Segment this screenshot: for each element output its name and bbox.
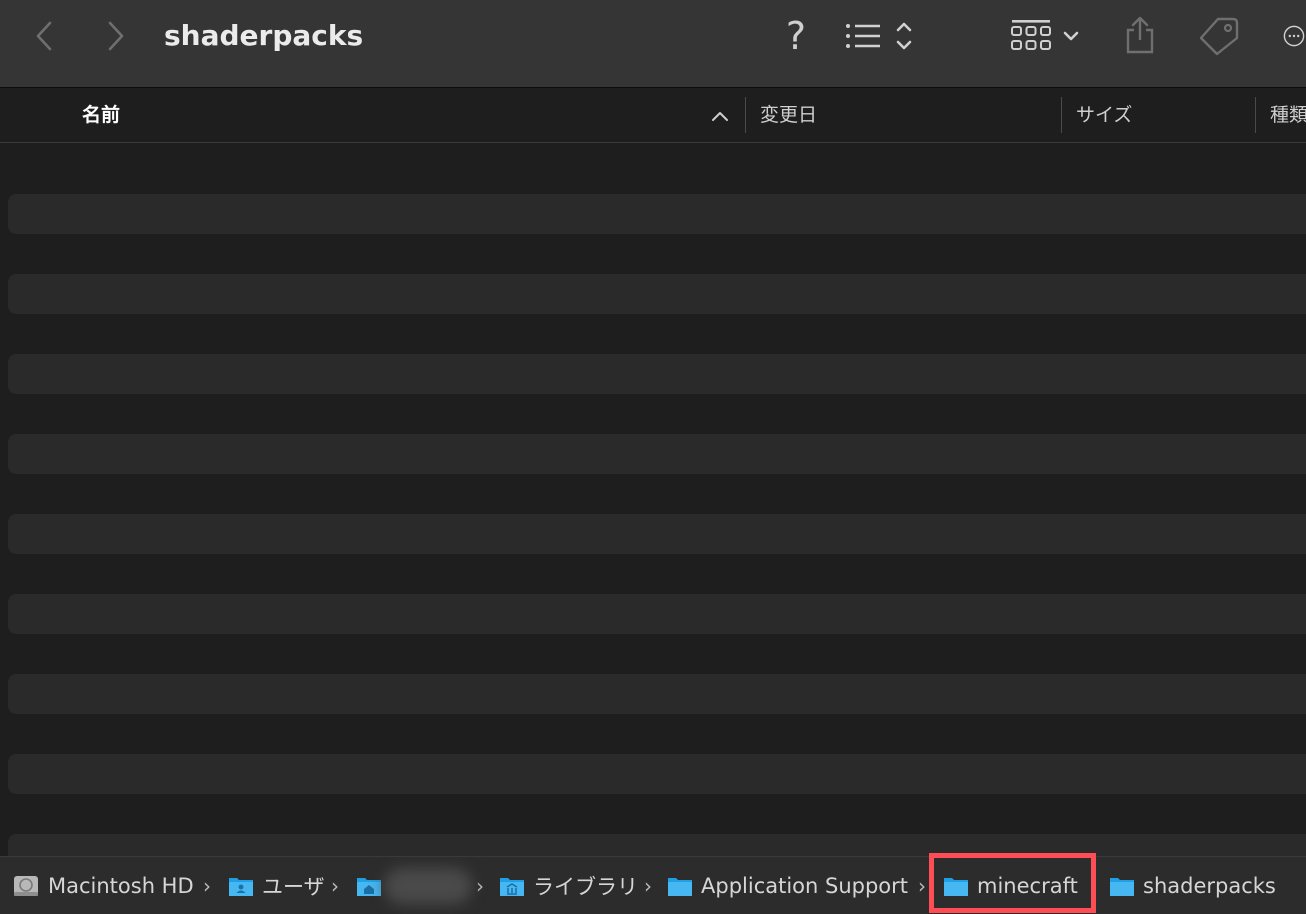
library-folder-icon — [500, 878, 524, 896]
path-separator: › — [331, 874, 339, 898]
users-folder-icon — [229, 878, 253, 896]
help-button[interactable]: ? — [778, 14, 814, 58]
path-separator: › — [476, 874, 484, 898]
list-row-stripe — [8, 834, 1306, 856]
file-list[interactable] — [0, 144, 1306, 856]
list-view-icon — [846, 22, 912, 50]
column-kind[interactable]: 種類 — [1270, 89, 1306, 143]
tag-button[interactable] — [1196, 14, 1242, 58]
group-button[interactable] — [1008, 16, 1084, 56]
column-name[interactable]: 名前 — [82, 89, 120, 143]
path-item-label: Macintosh HD — [48, 874, 194, 898]
path-item-users[interactable]: ユーザ — [228, 857, 325, 914]
column-size[interactable]: サイズ — [1076, 89, 1132, 143]
share-icon — [1126, 16, 1154, 54]
home-folder-icon — [357, 878, 381, 896]
column-divider[interactable] — [1255, 97, 1256, 133]
view-options-button[interactable] — [842, 18, 918, 54]
forward-button[interactable] — [100, 18, 132, 54]
sort-ascending-icon[interactable] — [708, 103, 732, 129]
hard-drive-icon — [14, 876, 38, 896]
path-item-macintosh-hd[interactable]: Macintosh HD — [12, 857, 194, 914]
path-separator: › — [918, 874, 926, 898]
path-bar: Macintosh HD › ユーザ › › ライブラリ › Applicati… — [0, 856, 1306, 914]
list-row-stripe — [8, 674, 1306, 714]
path-item-label: Application Support — [701, 874, 909, 898]
toolbar: shaderpacks ? — [0, 0, 1306, 88]
list-row-stripe — [8, 754, 1306, 794]
grid-group-icon — [1011, 20, 1079, 50]
column-date[interactable]: 変更日 — [760, 89, 817, 143]
back-button[interactable] — [28, 18, 60, 54]
folder-icon — [1110, 878, 1134, 896]
path-separator: › — [644, 874, 652, 898]
column-divider[interactable] — [745, 97, 746, 133]
list-row-stripe — [8, 434, 1306, 474]
column-header: 名前 変更日 サイズ 種類 — [0, 89, 1306, 143]
tag-icon — [1199, 17, 1239, 56]
share-button[interactable] — [1122, 14, 1158, 56]
column-divider[interactable] — [1061, 97, 1062, 133]
highlight-box — [929, 853, 1096, 913]
list-row-stripe — [8, 594, 1306, 634]
list-row-stripe — [8, 274, 1306, 314]
redacted-username — [384, 868, 472, 904]
more-button[interactable] — [1282, 16, 1306, 56]
chevron-left-icon — [36, 21, 52, 51]
path-item-application-support[interactable]: Application Support — [667, 857, 908, 914]
chevron-right-icon — [108, 21, 124, 51]
path-item-label: ライブラリ — [533, 875, 638, 899]
path-item-label: ユーザ — [262, 875, 325, 899]
ellipsis-circle-icon — [1283, 25, 1305, 47]
list-row-stripe — [8, 514, 1306, 554]
path-separator: › — [203, 874, 211, 898]
path-item-label: shaderpacks — [1143, 874, 1276, 898]
window-title: shaderpacks — [164, 19, 364, 52]
folder-icon — [668, 878, 692, 896]
path-item-library[interactable]: ライブラリ — [499, 857, 638, 914]
path-item-shaderpacks[interactable]: shaderpacks — [1109, 857, 1276, 914]
list-row-stripe — [8, 354, 1306, 394]
list-row-stripe — [8, 194, 1306, 234]
